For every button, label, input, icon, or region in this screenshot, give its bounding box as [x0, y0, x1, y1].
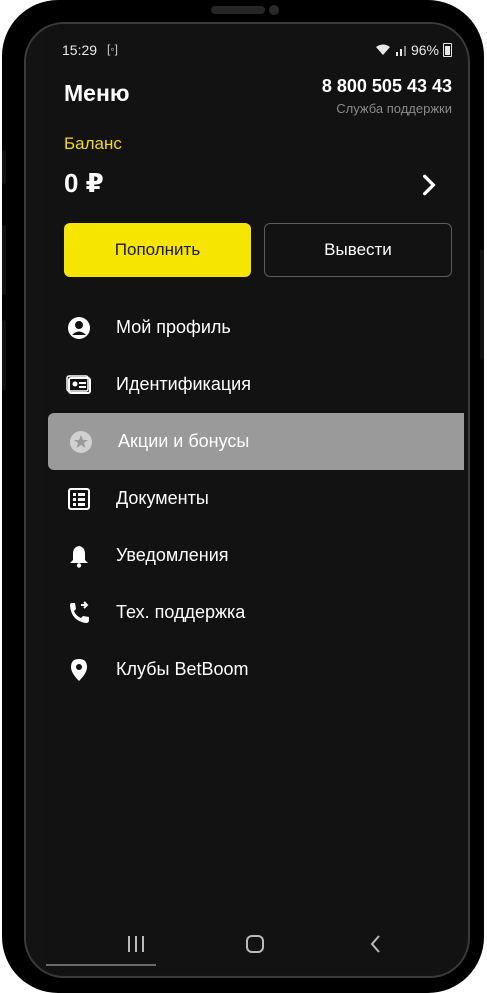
page-title: Меню	[64, 80, 130, 106]
recent-apps-icon[interactable]	[124, 932, 148, 956]
wifi-icon	[375, 44, 390, 55]
menu-item-profile[interactable]: Мой профиль	[46, 299, 464, 356]
menu-item-label: Документы	[116, 488, 209, 508]
id-card-icon	[66, 372, 92, 398]
home-icon[interactable]	[243, 932, 267, 956]
menu-item-promotions[interactable]: Акции и бонусы	[48, 413, 464, 470]
status-bar: 15:29 [◦] 96%	[62, 42, 452, 62]
phone-forward-icon	[66, 600, 92, 626]
menu-item-notifications[interactable]: Уведомления	[46, 527, 464, 584]
menu-item-label: Мой профиль	[116, 317, 231, 337]
menu-item-label: Акции и бонусы	[118, 431, 250, 451]
bell-icon	[66, 543, 92, 569]
front-camera	[269, 5, 279, 15]
system-nav-bar	[46, 914, 464, 974]
balance-label: Баланс	[64, 134, 122, 153]
star-circle-icon	[68, 429, 94, 455]
phone-frame: 15:29 [◦] 96% Меню 8 800 505 43 43 Служб…	[2, 0, 484, 993]
account-circle-icon	[66, 315, 92, 341]
support-phone-link[interactable]: 8 800 505 43 43	[322, 76, 452, 97]
status-time: 15:29	[62, 42, 98, 58]
side-button-right	[480, 250, 484, 360]
chevron-right-icon[interactable]	[416, 172, 442, 198]
support-label: Служба поддержки	[336, 101, 452, 116]
speaker-grille	[211, 6, 265, 14]
location-pin-icon	[66, 657, 92, 683]
menu-item-label: Уведомления	[116, 545, 229, 565]
back-icon[interactable]	[364, 932, 388, 956]
battery-icon	[443, 43, 452, 57]
app-screen: 15:29 [◦] 96% Меню 8 800 505 43 43 Служб…	[46, 24, 464, 974]
signal-icon	[395, 46, 406, 56]
menu-item-support[interactable]: Тех. поддержка	[46, 584, 464, 641]
menu-item-label: Тех. поддержка	[116, 602, 246, 622]
screen-bezel: 15:29 [◦] 96% Меню 8 800 505 43 43 Служб…	[24, 22, 470, 978]
battery-percent: 96%	[410, 42, 439, 58]
status-right: 96%	[375, 42, 452, 58]
menu-item-label: Идентификация	[116, 374, 251, 394]
screen-record-icon: [◦]	[107, 42, 118, 56]
gesture-line	[46, 964, 156, 966]
menu-item-identification[interactable]: Идентификация	[46, 356, 464, 413]
menu-item-label: Клубы BetBoom	[116, 659, 249, 679]
balance-amount[interactable]: 0 ₽	[64, 168, 104, 199]
menu-item-documents[interactable]: Документы	[46, 470, 464, 527]
side-button-left	[2, 320, 6, 390]
volume-button	[2, 150, 6, 184]
deposit-button[interactable]: Пополнить	[64, 223, 251, 277]
menu-list: Мой профиль Идентификация Акции и бонусы	[46, 299, 464, 698]
power-button-left	[2, 225, 6, 295]
document-list-icon	[66, 486, 92, 512]
menu-item-clubs[interactable]: Клубы BetBoom	[46, 641, 464, 698]
withdraw-button[interactable]: Вывести	[264, 223, 452, 277]
